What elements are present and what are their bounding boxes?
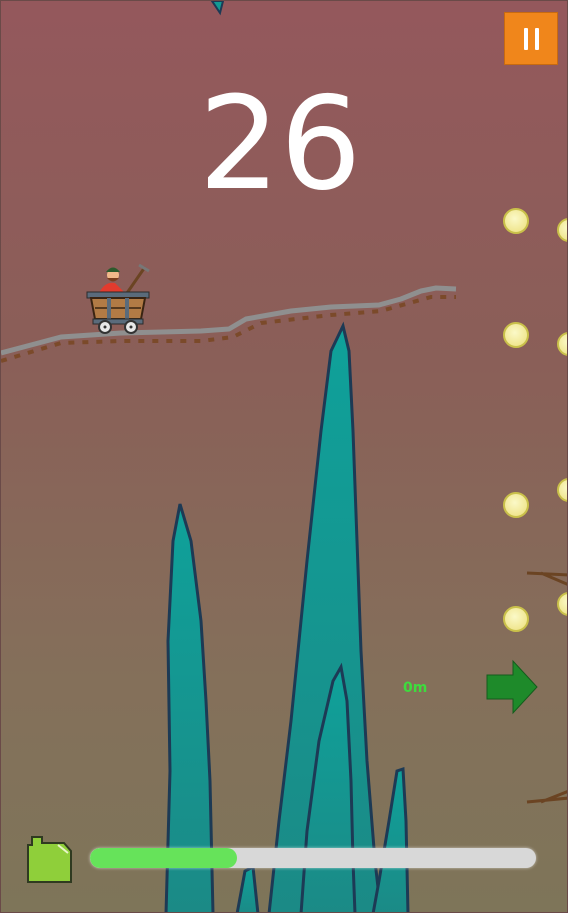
crystal-right [371,766,410,912]
coin-icon [557,332,567,356]
score-counter: 26 [198,70,362,219]
fuel-can-icon [27,836,72,883]
right-arrow-icon [486,659,538,715]
coin-icon [503,492,529,518]
coin-icon [557,218,567,242]
coin-icon [557,592,567,616]
crystal-stalactite [210,1,225,16]
coins [503,208,567,632]
game-screen[interactable]: 26 0m [0,0,568,913]
pause-icon [534,27,539,50]
pause-button[interactable] [504,12,558,65]
coin-icon [503,606,529,632]
distance-label: 0m [403,680,428,696]
crystal-small-left [235,864,260,912]
mine-cart-icon[interactable] [86,263,150,334]
coin-icon [503,322,529,348]
pause-icon [523,27,528,50]
fuel-bar-fill [90,848,238,868]
coin-icon [503,208,529,234]
coin-icon [557,478,567,502]
fuel-bar [90,848,536,868]
